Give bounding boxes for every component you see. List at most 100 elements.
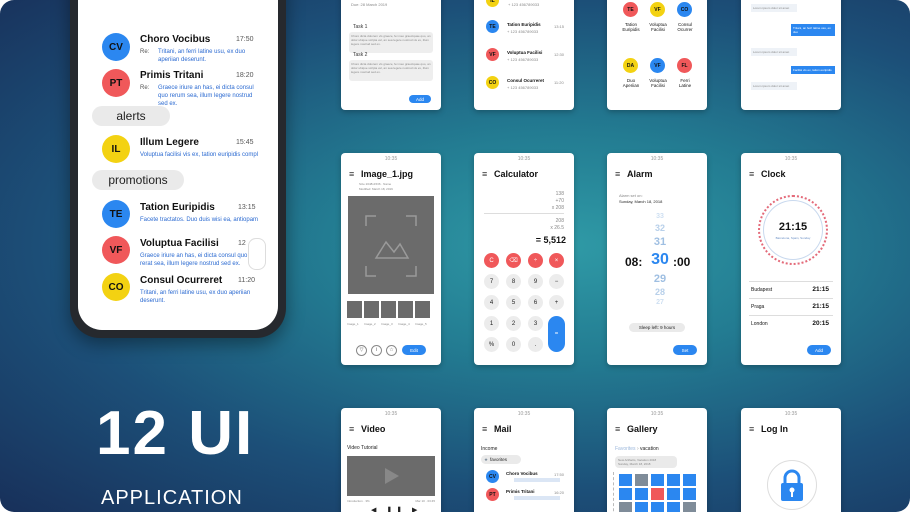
divider bbox=[749, 281, 833, 282]
calc-key[interactable]: 1 bbox=[484, 316, 499, 331]
gallery-thumbnail[interactable] bbox=[619, 488, 632, 500]
message-time: 17:50 bbox=[236, 36, 254, 43]
favorites-pill[interactable]: ★ favorites bbox=[481, 455, 521, 464]
alarm-screen: 10:35 ≡ Alarm Alarm set on: Sunday, March… bbox=[607, 153, 707, 365]
star-icon: ★ bbox=[484, 456, 489, 462]
phone-screen: ★ favorites CV Choro Vocibus 17:50 Re: T… bbox=[78, 0, 278, 330]
gallery-thumbnail[interactable] bbox=[635, 502, 648, 512]
message-sender: Voluptua Facilisi bbox=[140, 238, 219, 249]
alarm-seconds[interactable]: :00 bbox=[673, 255, 690, 269]
message-preview: Facete tractatos. Duo duis wisi ea, anti… bbox=[140, 217, 259, 223]
lock-icon bbox=[781, 469, 803, 501]
avatar[interactable]: FL bbox=[677, 58, 692, 73]
preview-line bbox=[514, 478, 560, 482]
info-icon[interactable]: i bbox=[371, 345, 382, 356]
add-task-button[interactable]: Add bbox=[409, 95, 431, 103]
message-sender: Consul Ocurreret bbox=[140, 275, 223, 286]
gallery-thumbnail[interactable] bbox=[683, 488, 696, 500]
gallery-thumbnail[interactable] bbox=[651, 474, 664, 486]
calc-key[interactable]: 6 bbox=[528, 295, 543, 310]
calc-key[interactable]: + bbox=[549, 295, 564, 310]
city-name: Praga bbox=[751, 304, 765, 310]
avatar[interactable]: CO bbox=[677, 2, 692, 17]
set-alarm-button[interactable]: Set bbox=[673, 345, 697, 355]
calc-key[interactable]: 8 bbox=[506, 274, 521, 289]
calc-key[interactable]: × bbox=[549, 253, 564, 268]
menu-icon[interactable]: ≡ bbox=[615, 424, 621, 434]
calc-result: = 5,512 bbox=[535, 235, 566, 245]
gallery-thumbnail[interactable] bbox=[651, 502, 664, 512]
menu-icon[interactable]: ≡ bbox=[482, 169, 488, 179]
gallery-thumbnail[interactable] bbox=[635, 474, 648, 486]
avatar: CO bbox=[102, 273, 130, 301]
divider bbox=[749, 315, 833, 316]
add-city-button[interactable]: Add bbox=[807, 345, 831, 355]
calculator-screen: 10:35 ≡ Calculator 138 +70 x 208 208 x 26… bbox=[474, 153, 574, 365]
gallery-thumbnail[interactable] bbox=[635, 488, 648, 500]
swipe-handle[interactable] bbox=[248, 238, 266, 270]
menu-icon[interactable]: ≡ bbox=[349, 424, 355, 434]
calc-key[interactable]: ⌫ bbox=[506, 253, 521, 268]
calc-key[interactable]: 4 bbox=[484, 295, 499, 310]
task-note[interactable]: Choro dicta dolorem vis graece, fei meo … bbox=[349, 60, 433, 81]
thumbnail[interactable] bbox=[364, 301, 379, 318]
menu-icon[interactable]: ≡ bbox=[349, 169, 355, 179]
gallery-thumbnail[interactable] bbox=[667, 502, 680, 512]
calc-key[interactable]: ÷ bbox=[528, 253, 543, 268]
calc-key[interactable]: % bbox=[484, 337, 499, 352]
message-sender: Tation Euripidis bbox=[140, 202, 215, 213]
section-alerts[interactable]: alerts bbox=[92, 106, 170, 126]
sleep-left-badge: Sleep left: 9 hours bbox=[629, 323, 685, 332]
gallery-thumbnail[interactable] bbox=[683, 502, 696, 512]
alarm-minute[interactable]: 30 bbox=[647, 251, 673, 269]
calc-key[interactable]: 3 bbox=[528, 316, 543, 331]
section-promotions[interactable]: promotions bbox=[92, 170, 184, 190]
task-note[interactable]: Choro dicta dolorem vis graece, fei meo … bbox=[349, 32, 433, 53]
alarm-hour[interactable]: 08: bbox=[625, 255, 642, 269]
message-preview: Graece iriure an has, ei dicta consul qu… bbox=[158, 85, 254, 107]
calc-key[interactable]: − bbox=[549, 274, 564, 289]
thumbnail[interactable] bbox=[381, 301, 396, 318]
avatar[interactable]: VF bbox=[650, 58, 665, 73]
gallery-thumbnail[interactable] bbox=[651, 488, 664, 500]
calc-key[interactable]: 5 bbox=[506, 295, 521, 310]
share-icon[interactable]: ▽ bbox=[356, 345, 367, 356]
thumbnail[interactable] bbox=[347, 301, 362, 318]
video-player[interactable] bbox=[347, 456, 435, 496]
menu-icon[interactable]: ≡ bbox=[615, 169, 621, 179]
gallery-thumbnail[interactable] bbox=[667, 488, 680, 500]
star-icon[interactable]: ☆ bbox=[386, 345, 397, 356]
message-preview: Voluptua facilisi vis ex, tation euripid… bbox=[140, 152, 259, 158]
thumbnail[interactable] bbox=[415, 301, 430, 318]
avatar: VF bbox=[102, 236, 130, 264]
message-sender: Choro Vocibus bbox=[140, 34, 211, 45]
calc-key[interactable]: 7 bbox=[484, 274, 499, 289]
gallery-thumbnail[interactable] bbox=[667, 474, 680, 486]
message-preview: Tritani, an ferri latine usu, ex duo ape… bbox=[140, 290, 251, 304]
calc-key[interactable]: 2 bbox=[506, 316, 521, 331]
album-info: New Artifacts, Vacation 2018 Sunday, Mar… bbox=[615, 456, 677, 468]
avatar[interactable]: TE bbox=[623, 2, 638, 17]
menu-icon[interactable]: ≡ bbox=[749, 424, 755, 434]
thumbnail[interactable] bbox=[398, 301, 413, 318]
avatar[interactable]: DA bbox=[623, 58, 638, 73]
menu-icon[interactable]: ≡ bbox=[749, 169, 755, 179]
gallery-thumbnail[interactable] bbox=[683, 474, 696, 486]
playback-controls[interactable]: ◀ ❚❚ ▶ bbox=[371, 506, 421, 512]
calc-key[interactable]: 9 bbox=[528, 274, 543, 289]
menu-icon[interactable]: ≡ bbox=[482, 424, 488, 434]
calc-key[interactable]: 0 bbox=[506, 337, 521, 352]
equals-button[interactable]: = bbox=[548, 316, 565, 352]
mail-screen: 10:35 ≡ Mail Income ★ favorites CV Choro V… bbox=[474, 408, 574, 512]
phone-mockup: ★ favorites CV Choro Vocibus 17:50 Re: T… bbox=[70, 0, 286, 338]
gallery-thumbnail[interactable] bbox=[619, 474, 632, 486]
gallery-thumbnail[interactable] bbox=[619, 502, 632, 512]
clock-time: 21:15 bbox=[778, 221, 808, 233]
avatar[interactable]: VF bbox=[650, 2, 665, 17]
image-preview[interactable] bbox=[348, 196, 434, 294]
calc-key[interactable]: C bbox=[484, 253, 499, 268]
edit-button[interactable]: Edit bbox=[402, 345, 426, 355]
avatar: PT bbox=[102, 69, 130, 97]
calc-key[interactable]: . bbox=[528, 337, 543, 352]
play-icon[interactable] bbox=[385, 468, 399, 484]
